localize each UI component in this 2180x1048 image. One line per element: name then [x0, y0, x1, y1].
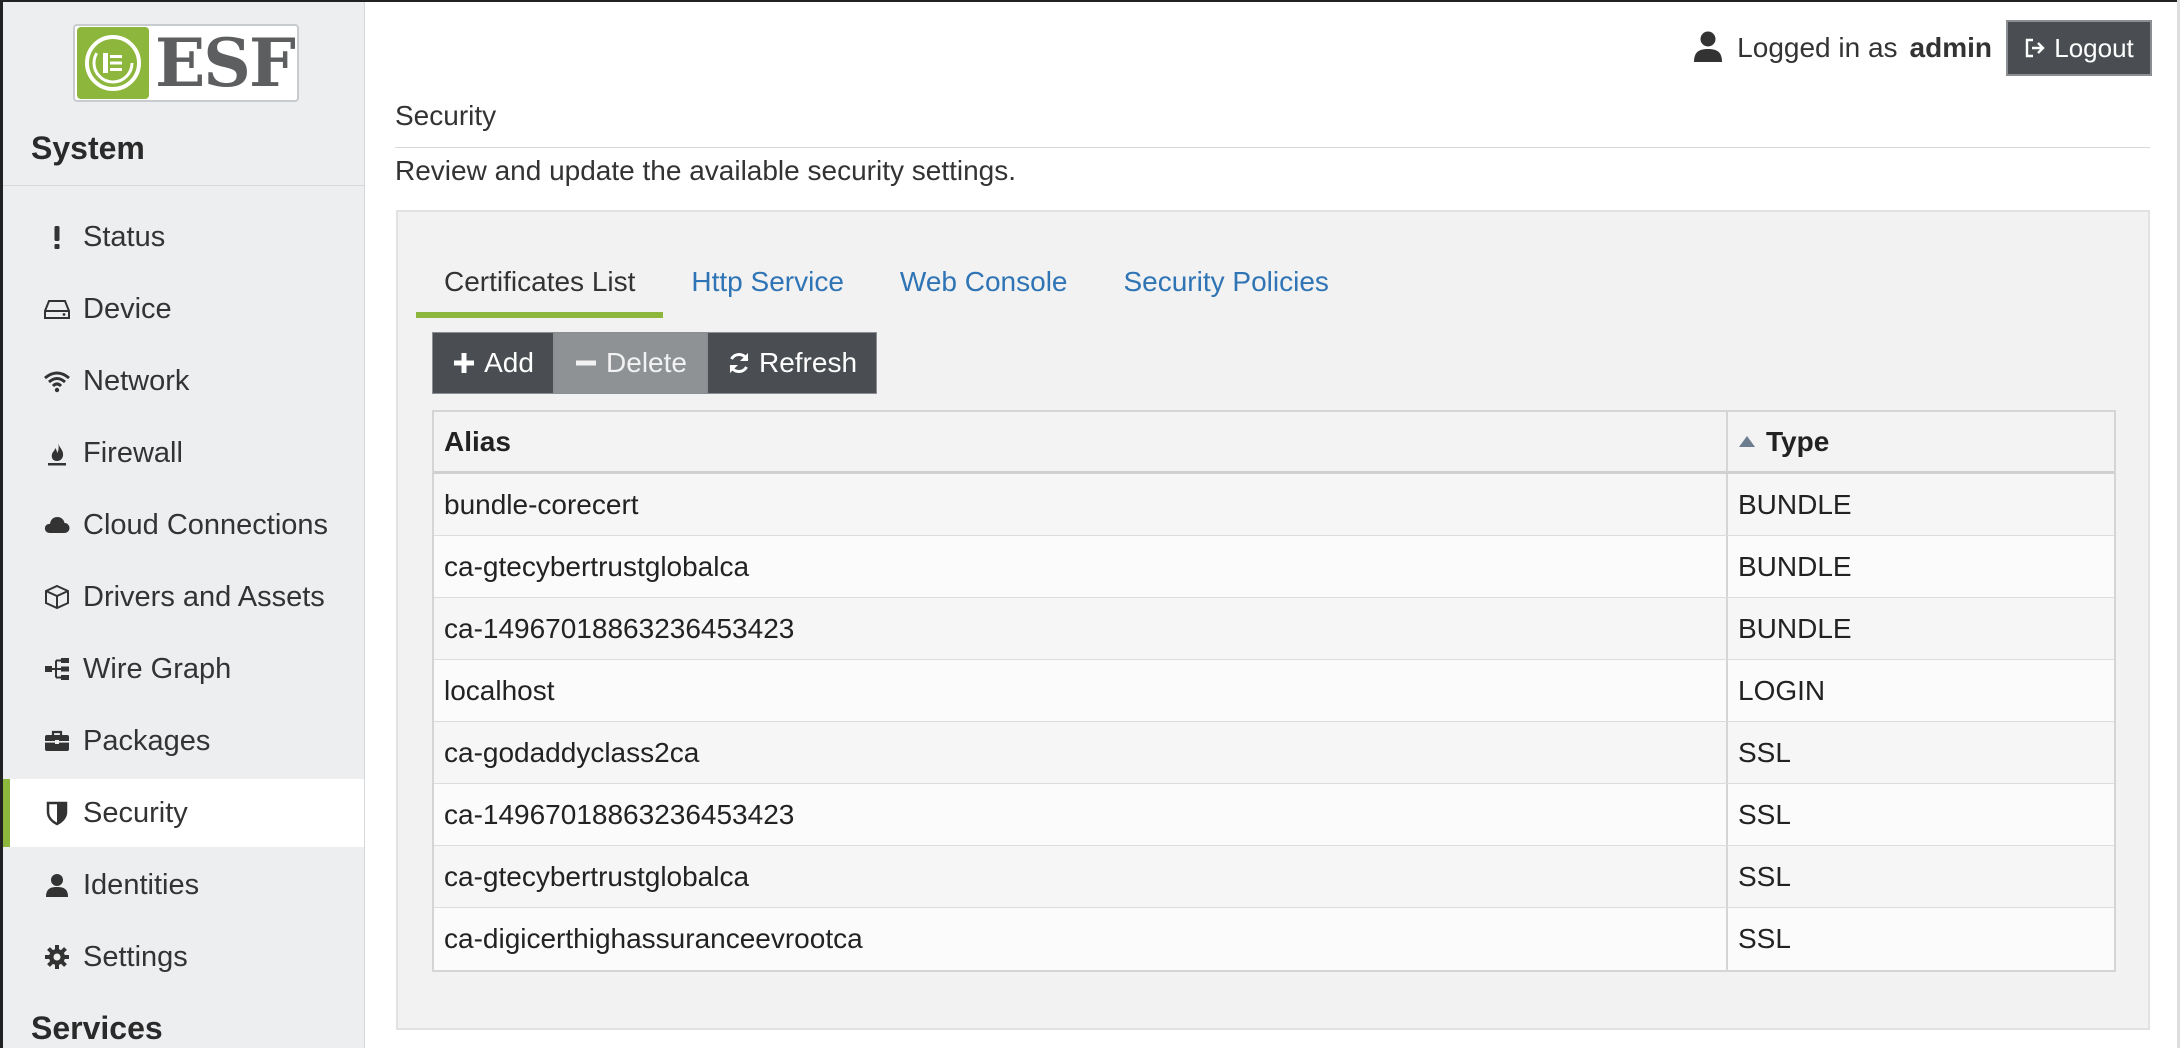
sidebar-item-label: Identities	[83, 868, 200, 901]
fire-icon	[42, 438, 72, 468]
sitemap-icon	[42, 654, 72, 684]
plus-icon	[454, 353, 475, 373]
cell-type: SSL	[1738, 798, 1791, 830]
sidebar-item-label: Device	[83, 292, 172, 325]
page-description: Review and update the available security…	[395, 155, 1017, 186]
sidebar-item-identities[interactable]: Identities	[3, 851, 364, 919]
user-box: Logged in as admin Logout	[1693, 20, 2152, 76]
cell-alias: localhost	[434, 660, 1728, 721]
section-title-system: System	[31, 130, 145, 166]
sidebar-item-cloud-connections[interactable]: Cloud Connections	[3, 491, 364, 559]
cell-type: BUNDLE	[1738, 488, 1852, 520]
sidebar-item-settings[interactable]: Settings	[3, 923, 364, 991]
sidebar: ESF System Status Device Network Firewal…	[3, 2, 365, 1048]
refresh-label: Refresh	[758, 347, 858, 378]
section-title-services: Services	[31, 1010, 163, 1046]
logout-label: Logout	[2054, 32, 2134, 63]
sidebar-item-label: Security	[83, 796, 188, 829]
refresh-button[interactable]: Refresh	[707, 332, 877, 394]
cell-type: SSL	[1738, 860, 1791, 892]
cell-alias: ca-godaddyclass2ca	[434, 722, 1728, 783]
gear-icon	[42, 942, 72, 972]
table-row[interactable]: ca-gtecybertrustglobalca SSL	[434, 846, 2114, 908]
sidebar-item-device[interactable]: Device	[3, 275, 364, 343]
tab-web-console[interactable]: Web Console	[872, 248, 1096, 318]
delete-button[interactable]: Delete	[554, 332, 707, 394]
add-label: Add	[484, 347, 534, 378]
section-divider	[3, 185, 364, 186]
wifi-icon	[42, 366, 72, 396]
cell-alias: ca-14967018863236453423	[434, 598, 1728, 659]
add-button[interactable]: Add	[432, 332, 554, 394]
column-header-type[interactable]: Type	[1728, 412, 2114, 471]
sort-ascending-icon	[1739, 435, 1755, 447]
sidebar-item-label: Packages	[83, 724, 211, 757]
cell-type: LOGIN	[1738, 674, 1826, 706]
cell-type: SSL	[1738, 736, 1791, 768]
column-header-alias[interactable]: Alias	[434, 412, 1728, 471]
title-divider	[395, 147, 2150, 148]
logged-in-user: admin	[1909, 32, 1992, 63]
table-header: Alias Type	[434, 412, 2114, 474]
sidebar-item-status[interactable]: Status	[3, 203, 364, 271]
hdd-icon	[42, 294, 72, 324]
table-body: bundle-corecert BUNDLE ca-gtecybertrustg…	[434, 474, 2114, 970]
table-row[interactable]: ca-gtecybertrustglobalca BUNDLE	[434, 536, 2114, 598]
table-row[interactable]: ca-14967018863236453423 BUNDLE	[434, 598, 2114, 660]
user-icon	[1693, 30, 1723, 67]
sidebar-item-label: Cloud Connections	[83, 508, 329, 541]
table-row[interactable]: bundle-corecert BUNDLE	[434, 474, 2114, 536]
esf-logo: ESF	[73, 24, 299, 102]
refresh-icon	[729, 352, 749, 374]
cell-type: BUNDLE	[1738, 550, 1852, 582]
cell-alias: ca-digicerthighassuranceevrootca	[434, 908, 1728, 970]
sidebar-item-network[interactable]: Network	[3, 347, 364, 415]
shield-icon	[42, 798, 72, 828]
logo-text: ESF	[155, 24, 296, 102]
tab-security-policies[interactable]: Security Policies	[1095, 248, 1356, 318]
cube-icon	[42, 582, 72, 612]
sidebar-item-packages[interactable]: Packages	[3, 707, 364, 775]
sidebar-item-firewall[interactable]: Firewall	[3, 419, 364, 487]
logout-button[interactable]: Logout	[2006, 20, 2152, 76]
user-icon	[42, 870, 72, 900]
sidebar-item-security[interactable]: Security	[3, 779, 364, 847]
security-panel: Certificates List Http Service Web Conso…	[396, 210, 2150, 1030]
sign-out-icon	[2026, 38, 2045, 58]
tab-bar: Certificates List Http Service Web Conso…	[416, 248, 1357, 318]
logo-mark-icon	[77, 27, 149, 99]
table-row[interactable]: ca-digicerthighassuranceevrootca SSL	[434, 908, 2114, 970]
briefcase-icon	[42, 726, 72, 756]
toolbar: Add Delete Refresh	[432, 332, 877, 394]
cell-type: SSL	[1738, 923, 1791, 954]
minus-icon	[576, 360, 597, 366]
sidebar-item-label: Network	[83, 364, 190, 397]
delete-label: Delete	[606, 347, 687, 378]
sidebar-item-label: Wire Graph	[83, 652, 232, 685]
cell-type: BUNDLE	[1738, 612, 1852, 644]
sidebar-item-wire-graph[interactable]: Wire Graph	[3, 635, 364, 703]
sidebar-item-label: Status	[83, 220, 166, 253]
cell-alias: ca-gtecybertrustglobalca	[434, 846, 1728, 907]
sidebar-item-label: Firewall	[83, 436, 183, 469]
tab-certificates-list[interactable]: Certificates List	[416, 248, 664, 318]
table-row[interactable]: ca-godaddyclass2ca SSL	[434, 722, 2114, 784]
sidebar-item-drivers-and-assets[interactable]: Drivers and Assets	[3, 563, 364, 631]
cloud-icon	[42, 510, 72, 540]
cell-alias: bundle-corecert	[434, 474, 1728, 535]
table-row[interactable]: localhost LOGIN	[434, 660, 2114, 722]
exclamation-icon	[42, 222, 72, 252]
cell-alias: ca-14967018863236453423	[434, 784, 1728, 845]
column-header-type-label: Type	[1766, 425, 1830, 457]
certificates-table: Alias Type bundle-corecert BUNDLE ca-gte…	[432, 410, 2116, 972]
logged-in-label: Logged in as	[1737, 32, 1898, 63]
page-title: Security	[395, 100, 497, 131]
table-row[interactable]: ca-14967018863236453423 SSL	[434, 784, 2114, 846]
sidebar-item-label: Settings	[83, 940, 188, 973]
tab-http-service[interactable]: Http Service	[663, 248, 872, 318]
sidebar-item-label: Drivers and Assets	[83, 580, 325, 613]
cell-alias: ca-gtecybertrustglobalca	[434, 536, 1728, 597]
